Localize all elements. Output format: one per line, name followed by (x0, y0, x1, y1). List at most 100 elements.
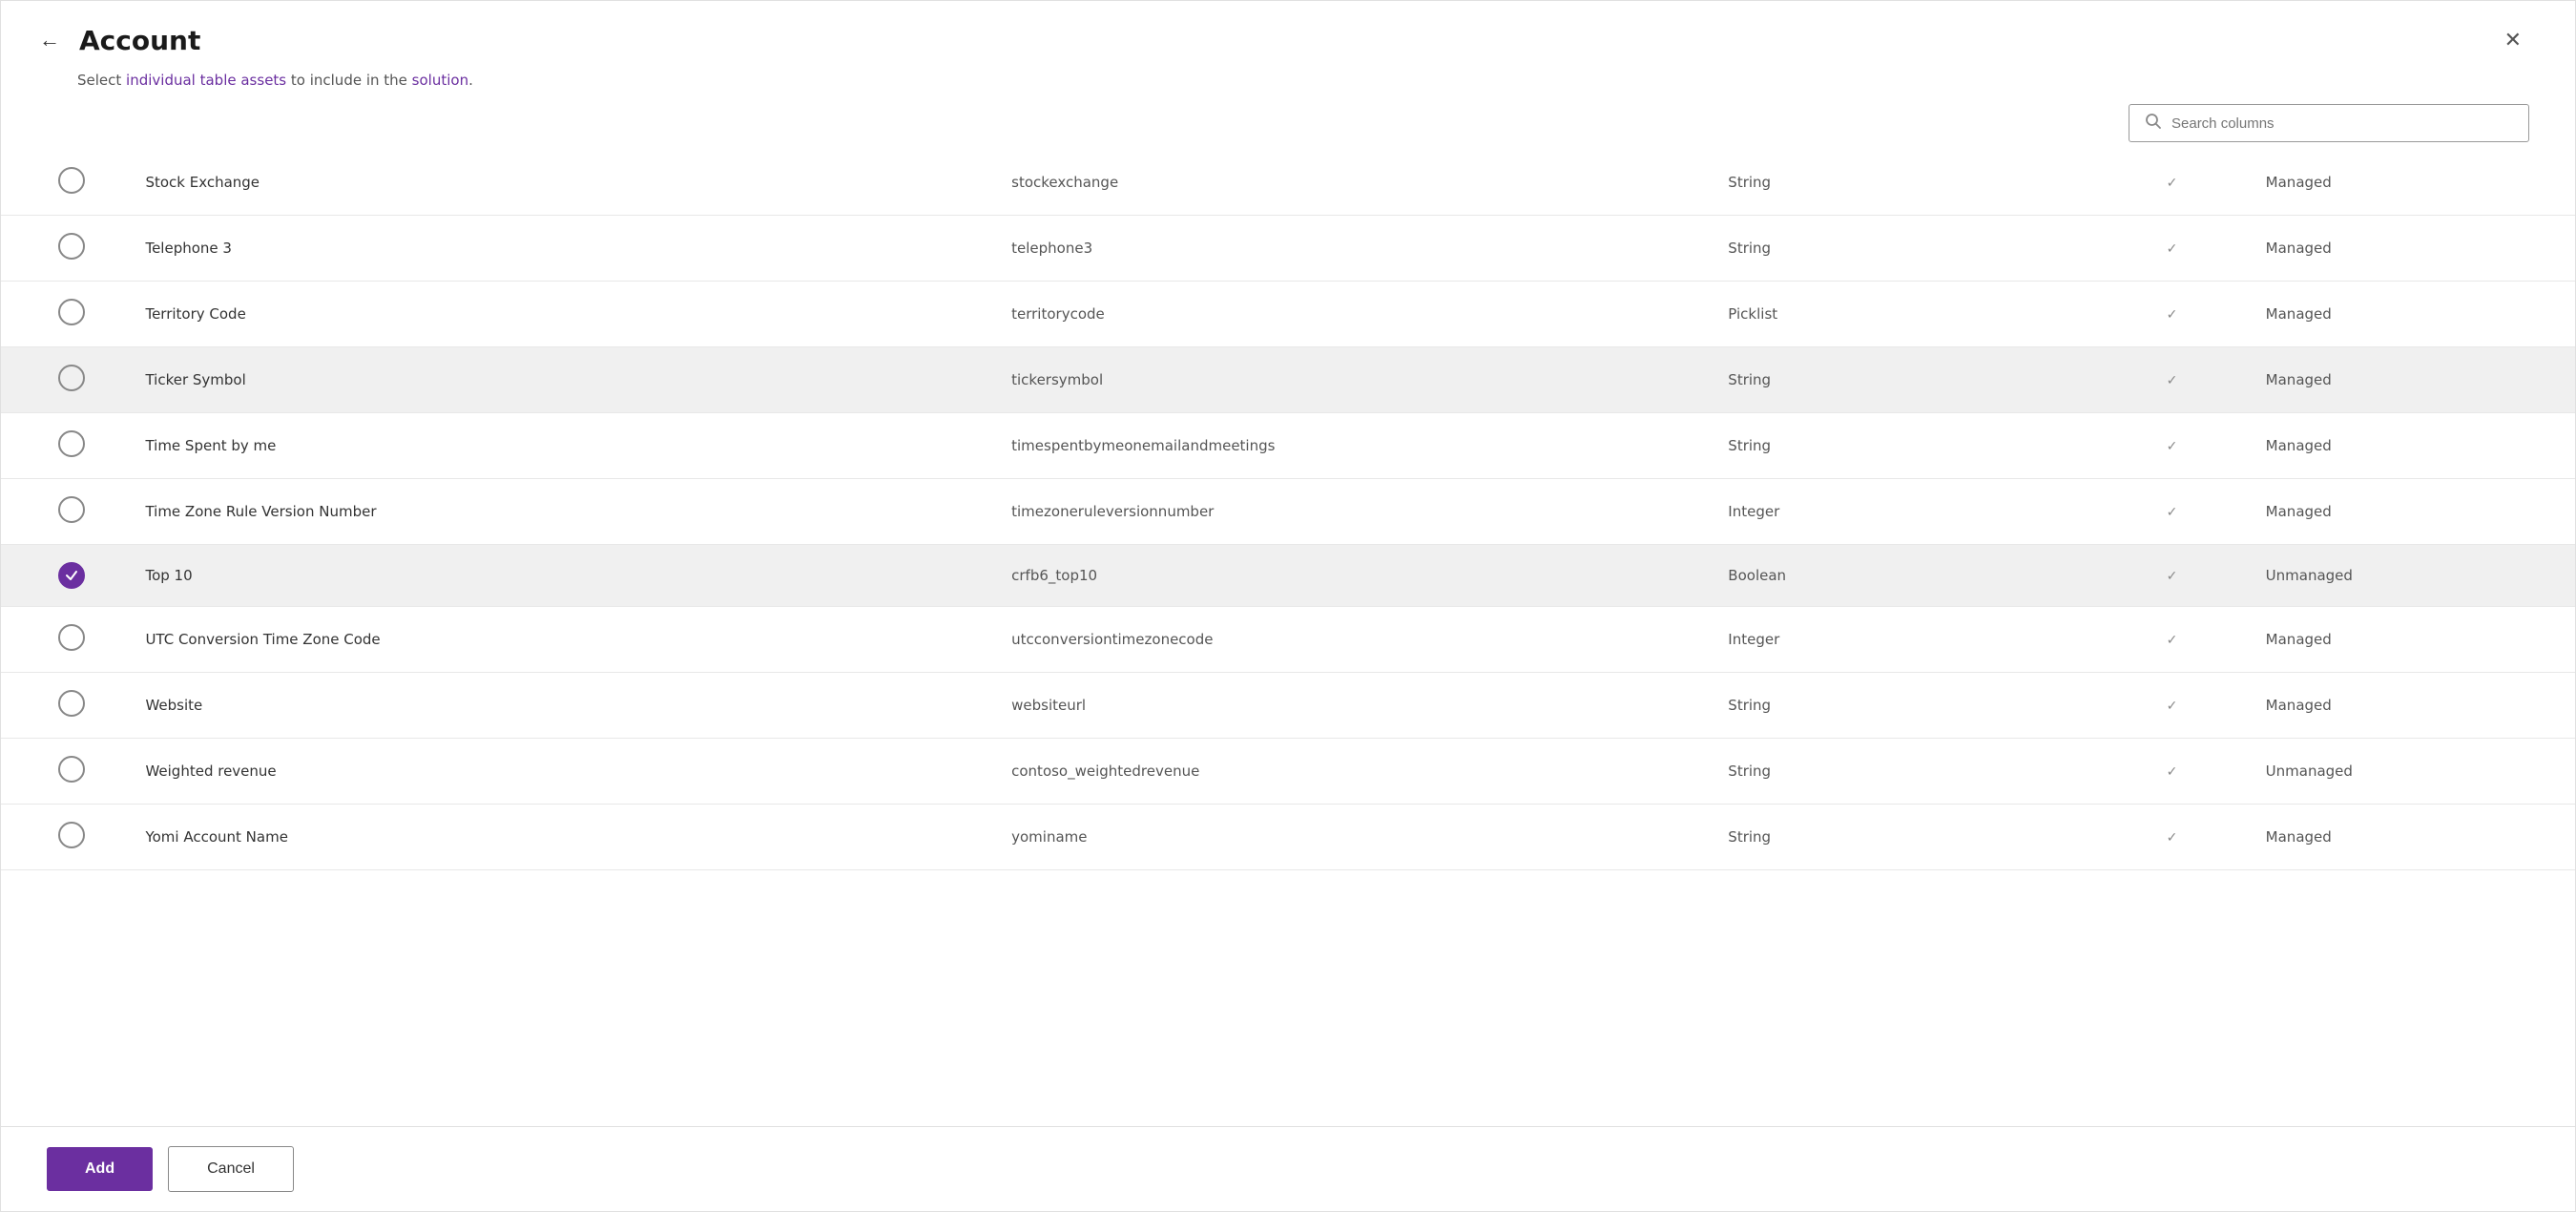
managed-status: Unmanaged (2247, 739, 2575, 805)
managed-status: Managed (2247, 607, 2575, 673)
column-type: String (1709, 673, 2097, 739)
cancel-button[interactable]: Cancel (168, 1146, 294, 1192)
columns-table: Stock ExchangestockexchangeString✓Manage… (1, 150, 2575, 870)
logical-name: timezoneruleversionnumber (992, 479, 1709, 545)
close-button[interactable]: ✕ (2497, 24, 2529, 56)
check-mark: ✓ (2097, 673, 2246, 739)
checkbox-empty[interactable] (58, 167, 85, 194)
column-name: Ticker Symbol (126, 347, 992, 413)
managed-status: Managed (2247, 347, 2575, 413)
checkbox-empty[interactable] (58, 496, 85, 523)
check-mark: ✓ (2097, 216, 2246, 282)
check-mark: ✓ (2097, 545, 2246, 607)
checkbox-empty[interactable] (58, 624, 85, 651)
table-row: Time Zone Rule Version Numbertimezonerul… (1, 479, 2575, 545)
logical-name: yominame (992, 805, 1709, 870)
subtitle-text-after: . (468, 72, 473, 89)
subtitle-text-middle: to include in the (286, 72, 412, 89)
column-type: String (1709, 739, 2097, 805)
checkbox-empty[interactable] (58, 233, 85, 260)
logical-name: websiteurl (992, 673, 1709, 739)
column-type: Integer (1709, 607, 2097, 673)
add-button[interactable]: Add (47, 1147, 153, 1191)
column-name: Website (126, 673, 992, 739)
column-name: Stock Exchange (126, 150, 992, 216)
logical-name: crfb6_top10 (992, 545, 1709, 607)
column-type: String (1709, 347, 2097, 413)
table-row: WebsitewebsiteurlString ✓ Managed (1, 673, 2575, 739)
search-input[interactable] (2171, 115, 2513, 132)
checkmark-icon: ✓ (2167, 699, 2178, 714)
column-name: UTC Conversion Time Zone Code (126, 607, 992, 673)
column-name: Territory Code (126, 282, 992, 347)
managed-status: Managed (2247, 673, 2575, 739)
dialog: ← Account ✕ Select individual table asse… (0, 0, 2576, 1212)
table-row: Time Spent by metimespentbymeonemailandm… (1, 413, 2575, 479)
managed-status: Managed (2247, 216, 2575, 282)
managed-status: Managed (2247, 150, 2575, 216)
subtitle-highlight1: individual table assets (126, 72, 286, 89)
table-row: Top 10crfb6_top10Boolean ✓ Unmanaged (1, 545, 2575, 607)
column-type: Picklist (1709, 282, 2097, 347)
table-row: Telephone 3telephone3String✓Managed (1, 216, 2575, 282)
checkbox-empty[interactable] (58, 430, 85, 457)
logical-name: timespentbymeonemailandmeetings (992, 413, 1709, 479)
table-row: Yomi Account NameyominameString✓Managed (1, 805, 2575, 870)
checkbox-empty[interactable] (58, 756, 85, 783)
checkmark-icon: ✓ (2167, 176, 2178, 191)
column-type: Integer (1709, 479, 2097, 545)
column-name: Top 10 (126, 545, 992, 607)
check-mark: ✓ (2097, 413, 2246, 479)
table-area: Stock ExchangestockexchangeString✓Manage… (1, 150, 2575, 1126)
table-row: Territory CodeterritorycodePicklist✓Mana… (1, 282, 2575, 347)
logical-name: stockexchange (992, 150, 1709, 216)
checkbox-empty[interactable] (58, 365, 85, 391)
search-input-wrap (2129, 104, 2529, 142)
table-row: UTC Conversion Time Zone Codeutcconversi… (1, 607, 2575, 673)
logical-name: contoso_weightedrevenue (992, 739, 1709, 805)
search-icon (2145, 113, 2162, 134)
dialog-header: ← Account ✕ (1, 1, 2575, 68)
logical-name: tickersymbol (992, 347, 1709, 413)
table-row: Ticker SymboltickersymbolString ✓ Managed (1, 347, 2575, 413)
managed-status: Unmanaged (2247, 545, 2575, 607)
checkmark-icon: ✓ (2167, 439, 2178, 454)
checkbox-empty[interactable] (58, 822, 85, 848)
managed-status: Managed (2247, 479, 2575, 545)
checkbox-empty[interactable] (58, 299, 85, 325)
check-mark: ✓ (2097, 739, 2246, 805)
checkmark-icon: ✓ (2167, 764, 2178, 780)
column-type: String (1709, 805, 2097, 870)
table-row: Weighted revenuecontoso_weightedrevenueS… (1, 739, 2575, 805)
subtitle: Select individual table assets to includ… (1, 68, 2575, 104)
column-name: Yomi Account Name (126, 805, 992, 870)
managed-status: Managed (2247, 805, 2575, 870)
check-mark: ✓ (2097, 479, 2246, 545)
search-bar-row (1, 104, 2575, 150)
column-type: Boolean (1709, 545, 2097, 607)
column-name: Time Spent by me (126, 413, 992, 479)
column-type: String (1709, 150, 2097, 216)
column-name: Weighted revenue (126, 739, 992, 805)
column-type: String (1709, 216, 2097, 282)
back-button[interactable]: ← (35, 24, 64, 56)
checkmark-icon: ✓ (2167, 569, 2178, 584)
check-mark: ✓ (2097, 150, 2246, 216)
checkbox-empty[interactable] (58, 690, 85, 717)
logical-name: telephone3 (992, 216, 1709, 282)
logical-name: utcconversiontimezonecode (992, 607, 1709, 673)
logical-name: territorycode (992, 282, 1709, 347)
checkbox-checked[interactable] (58, 562, 85, 589)
column-name: Time Zone Rule Version Number (126, 479, 992, 545)
checkmark-icon: ✓ (2167, 633, 2178, 648)
managed-status: Managed (2247, 282, 2575, 347)
column-type: String (1709, 413, 2097, 479)
subtitle-highlight2: solution (412, 72, 468, 89)
subtitle-text-before: Select (77, 72, 126, 89)
managed-status: Managed (2247, 413, 2575, 479)
column-name: Telephone 3 (126, 216, 992, 282)
check-mark: ✓ (2097, 607, 2246, 673)
page-title: Account (79, 25, 200, 56)
checkmark-icon: ✓ (2167, 373, 2178, 388)
check-mark: ✓ (2097, 282, 2246, 347)
